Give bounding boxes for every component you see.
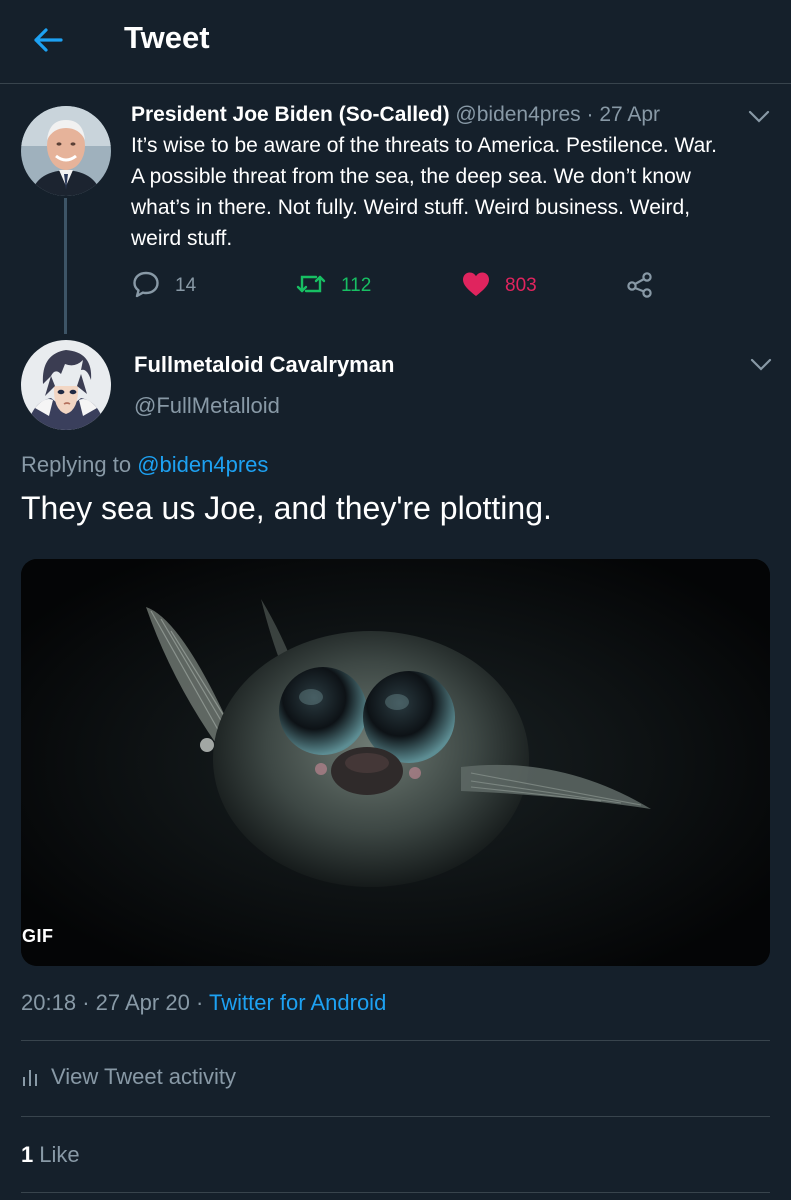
parent-tweet-actions: 14 112 803 xyxy=(131,266,691,306)
share-button[interactable] xyxy=(625,266,655,306)
header-separator: · xyxy=(586,103,594,126)
replying-to-label: Replying to xyxy=(21,452,132,477)
view-tweet-activity-button[interactable]: View Tweet activity xyxy=(21,1064,236,1090)
meta-separator: · xyxy=(82,990,90,1015)
retweet-button[interactable]: 112 xyxy=(295,266,371,306)
back-arrow-icon[interactable] xyxy=(30,22,66,58)
heart-icon xyxy=(461,270,491,303)
likes-summary[interactable]: 1 Like xyxy=(21,1142,80,1168)
tweet-date: 27 Apr 20 xyxy=(95,990,190,1015)
reply-count: 14 xyxy=(175,275,197,296)
biden-avatar[interactable] xyxy=(21,106,111,196)
bar-chart-icon xyxy=(21,1066,41,1088)
fullmetaloid-avatar[interactable] xyxy=(21,340,111,430)
tweet-text-line: weird stuff. xyxy=(131,227,233,250)
meta-separator: · xyxy=(195,990,204,1015)
tweet-metadata: 20:18 · 27 Apr 20 · Twitter for Android xyxy=(21,990,386,1016)
reply-tweet-text: They sea us Joe, and they're plotting. xyxy=(21,490,552,526)
reply-author-handle[interactable]: @FullMetalloid xyxy=(134,393,280,419)
divider xyxy=(21,1116,770,1117)
like-total: 1 xyxy=(21,1142,34,1167)
view-tweet-activity-label: View Tweet activity xyxy=(51,1064,237,1089)
parent-tweet-header: President Joe Biden (So-Called) @biden4p… xyxy=(131,103,660,127)
tweet-text-line: It’s wise to be aware of the threats to … xyxy=(131,134,717,157)
thread-connector-line xyxy=(64,198,67,334)
tweet-text-line: A possible threat from the sea, the deep… xyxy=(131,165,691,188)
replying-to-link[interactable]: @biden4pres xyxy=(137,452,268,477)
page-title: Tweet xyxy=(124,20,210,55)
reply-author-name[interactable]: Fullmetaloid Cavalryman xyxy=(134,352,394,378)
divider xyxy=(21,1192,770,1193)
share-icon xyxy=(625,269,655,304)
like-count: 803 xyxy=(505,275,537,296)
replying-to-line: Replying to @biden4pres xyxy=(21,452,268,478)
reply-button[interactable]: 14 xyxy=(131,266,196,306)
like-button[interactable]: 803 xyxy=(461,266,537,306)
parent-tweet-text: It’s wise to be aware of the threats to … xyxy=(131,130,771,254)
like-total-label: Like xyxy=(39,1142,80,1167)
retweet-icon xyxy=(295,269,327,304)
tweet-time: 20:18 xyxy=(21,990,77,1015)
parent-author-name[interactable]: President Joe Biden (So-Called) xyxy=(131,103,450,126)
divider xyxy=(21,1040,770,1041)
deep-sea-creature-image xyxy=(21,559,770,966)
tweet-source-link[interactable]: Twitter for Android xyxy=(209,990,386,1015)
top-bar: Tweet xyxy=(0,0,791,84)
parent-tweet-date[interactable]: 27 Apr xyxy=(599,103,660,126)
parent-author-handle[interactable]: @biden4pres xyxy=(455,103,580,126)
tweet-text-line: what’s in there. Not fully. Weird stuff.… xyxy=(131,196,691,219)
gif-badge: GIF xyxy=(22,926,54,946)
gif-media[interactable] xyxy=(21,559,770,966)
retweet-count: 112 xyxy=(341,275,372,296)
tweet-detail-screen: Tweet President Joe Biden (So-Called) @b… xyxy=(0,0,791,1200)
chevron-down-icon[interactable] xyxy=(750,358,772,372)
chevron-down-icon[interactable] xyxy=(748,110,770,124)
comment-icon xyxy=(131,269,161,304)
